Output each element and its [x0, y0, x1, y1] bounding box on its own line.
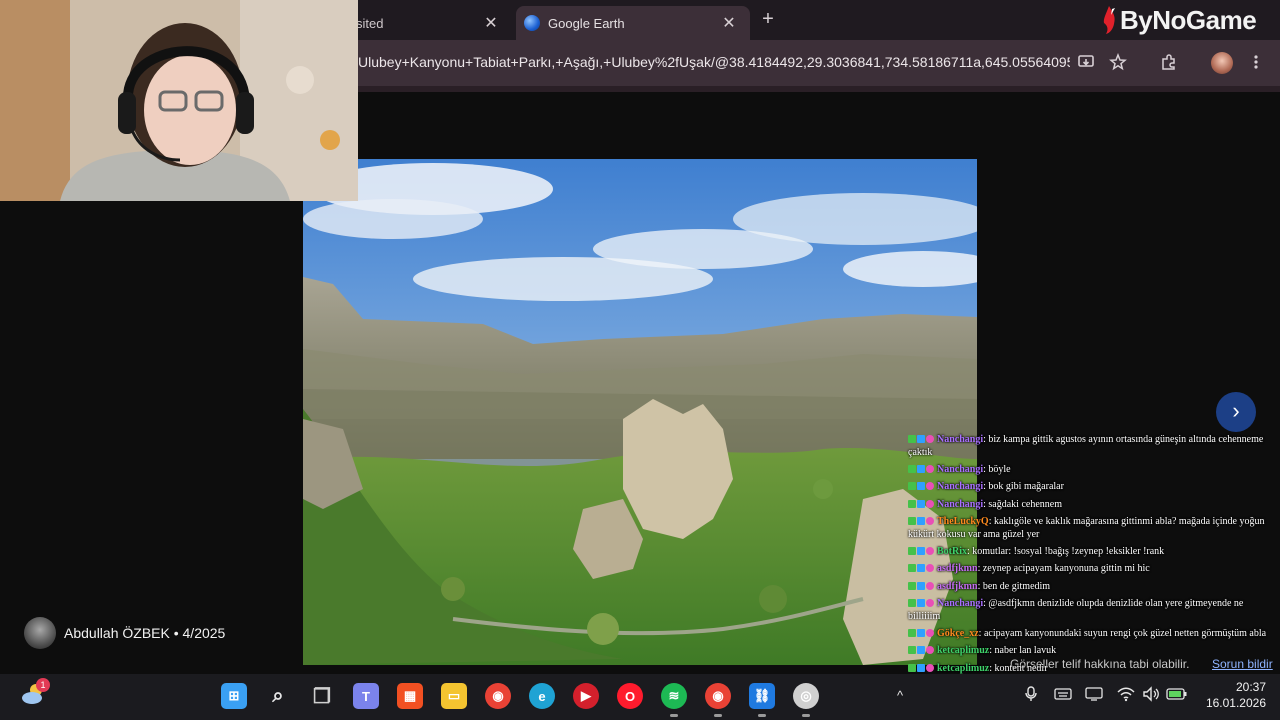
photo-attribution[interactable]: Abdullah ÖZBEK • 4/2025 [24, 617, 225, 649]
obs-icon[interactable]: ◎ [793, 683, 819, 717]
chat-username[interactable]: asdfjkmn [937, 563, 978, 574]
volume-icon[interactable] [1142, 686, 1160, 707]
chat-message: Nanchangi: bok gibi mağaralar [908, 481, 1274, 494]
brand-text: ByNoGame [1120, 4, 1257, 35]
user-badges-icon [908, 581, 935, 594]
file-explorer-icon[interactable]: ▭ [441, 683, 467, 709]
teams-icon[interactable]: T [353, 683, 379, 709]
user-badges-icon [908, 628, 935, 641]
chat-username[interactable]: Nanchangi [937, 481, 983, 492]
chat-username[interactable]: ketcaplimuz [937, 663, 989, 674]
search-icon[interactable]: ⌕ [265, 683, 291, 709]
chat-message: TheLuckyQ: kaklıgöle ve kaklık mağarasın… [908, 516, 1274, 541]
chat-username[interactable]: Nanchangi [937, 464, 983, 475]
streamer-webcam-image [0, 0, 358, 201]
bynogame-logo: ByNoGame [1100, 0, 1257, 40]
chat-username[interactable]: Nanchangi [937, 598, 983, 609]
chat-message: ketcaplimuz: naber lan lavuk [908, 645, 1274, 658]
user-badges-icon [908, 499, 935, 512]
user-badges-icon [908, 482, 935, 494]
tab-visited[interactable]: sited ✕ [340, 6, 512, 40]
chat-text: zeynep acipayam kanyonuna gittin mi hic [982, 563, 1150, 574]
spotify-icon[interactable]: ≋ [661, 683, 687, 717]
next-photo-button[interactable]: › [1216, 392, 1256, 432]
new-tab-button[interactable]: + [758, 8, 778, 31]
wifi-icon[interactable] [1117, 686, 1135, 707]
microphone-icon[interactable] [1024, 686, 1038, 707]
tab-label: sited [356, 15, 384, 31]
notification-badge: 1 [36, 678, 50, 692]
close-tab-icon[interactable]: ✕ [720, 13, 738, 33]
bookmark-star-icon[interactable] [1108, 52, 1128, 73]
display-icon[interactable] [1085, 687, 1103, 706]
show-hidden-icons[interactable]: ^ [897, 688, 903, 703]
edge-icon[interactable]: e [529, 683, 555, 709]
close-tab-icon[interactable]: ✕ [482, 13, 500, 33]
extensions-icon[interactable] [1159, 53, 1179, 73]
tab-label: Google Earth [548, 15, 625, 31]
chat-username[interactable]: BotRix [937, 546, 967, 557]
user-badges-icon [908, 564, 935, 576]
chat-text: komutlar: !sosyal !bağış !zeynep !eksikl… [972, 545, 1165, 557]
task-view-icon[interactable]: ❐ [309, 683, 335, 709]
media-player-icon[interactable]: ▶ [573, 683, 599, 709]
url-field[interactable]: Ulubey+Kanyonu+Tabiat+Parkı,+Aşağı,+Ulub… [358, 54, 1070, 70]
keyboard-icon[interactable] [1054, 687, 1072, 706]
chat-message: Gökçe_xz: acipayam kanyonundaki suyun re… [908, 628, 1274, 641]
chat-text: acipayam kanyonundaki suyun rengi çok gü… [983, 627, 1267, 639]
chat-username[interactable]: Nanchangi [937, 499, 983, 510]
chat-message: Nanchangi: biz kampa gittik agustos ayın… [908, 434, 1274, 459]
webcam-overlay [0, 0, 358, 201]
chat-text: sağdaki cehennem [988, 498, 1062, 510]
store-icon[interactable]: ▦ [397, 683, 423, 709]
chat-username[interactable]: asdfjkmn [937, 581, 978, 592]
chat-username[interactable]: Nanchangi [937, 434, 983, 445]
chat-username[interactable]: TheLuckyQ [937, 516, 989, 527]
system-clock[interactable]: 20:37 16.01.2026 [1196, 679, 1266, 711]
chrome-icon[interactable]: ◉ [485, 683, 511, 709]
profile-avatar[interactable] [1211, 52, 1233, 74]
chat-text: ben de gitmedim [982, 580, 1051, 592]
start-icon[interactable]: ⊞ [221, 683, 247, 709]
canyon-landscape-image [303, 159, 977, 665]
chat-message: asdfjkmn: zeynep acipayam kanyonuna gitt… [908, 563, 1274, 576]
weather-widget[interactable]: 1 [20, 678, 50, 708]
chat-message: Nanchangi: sağdaki cehennem [908, 499, 1274, 512]
chat-username[interactable]: Gökçe_xz [937, 628, 979, 639]
tab-google-earth[interactable]: Google Earth ✕ [516, 6, 750, 40]
chat-text: bok gibi mağaralar [988, 481, 1064, 492]
screen: sited ✕ Google Earth ✕ + ByNoGame Ulubey… [0, 0, 1280, 720]
photo-credit: Abdullah ÖZBEK • 4/2025 [64, 625, 226, 641]
clock-date: 16.01.2026 [1205, 696, 1266, 710]
google-earth-icon [524, 15, 540, 31]
battery-icon[interactable] [1166, 687, 1188, 706]
user-badges-icon [908, 646, 935, 658]
chat-text: naber lan lavuk [994, 645, 1057, 656]
user-badges-icon [908, 546, 935, 559]
clock-time: 20:37 [1235, 680, 1266, 694]
vpn-icon[interactable]: ⛓ [749, 683, 775, 717]
chat-message: BotRix: komutlar: !sosyal !bağış !zeynep… [908, 546, 1274, 559]
opera-icon[interactable]: O [617, 683, 643, 709]
chat-text: böyle [988, 463, 1011, 475]
install-app-icon[interactable] [1076, 53, 1096, 73]
user-badges-icon [908, 599, 935, 611]
user-badges-icon [908, 464, 935, 477]
user-badges-icon [908, 435, 935, 447]
chat-message: asdfjkmn: ben de gitmedim [908, 581, 1274, 594]
chat-message: Nanchangi: böyle [908, 464, 1274, 477]
chat-message: Nanchangi: @asdfjkmn denizlide olupda de… [908, 598, 1274, 623]
location-photo[interactable] [303, 159, 977, 665]
author-avatar [24, 617, 56, 649]
chat-text: kontent nedir [994, 662, 1048, 674]
chrome-profile-icon[interactable]: ◉ [705, 683, 731, 717]
menu-kebab-icon[interactable] [1246, 53, 1266, 73]
user-badges-icon [908, 517, 935, 529]
flame-icon [1103, 6, 1115, 34]
chat-username[interactable]: ketcaplimuz [937, 645, 989, 656]
